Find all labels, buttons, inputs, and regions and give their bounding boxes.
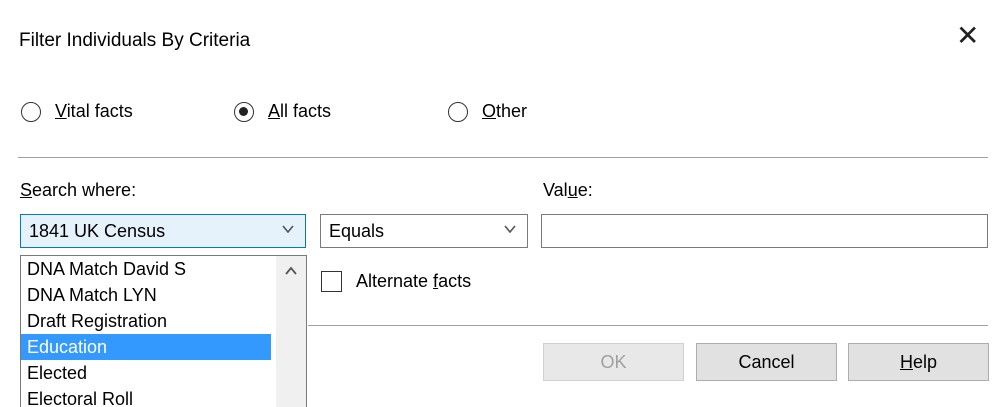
checkbox-label: Alternate facts: [356, 271, 472, 291]
divider-bottom: [308, 325, 988, 326]
radio-label: Other: [482, 101, 528, 121]
dropdown-scrollbar[interactable]: [276, 256, 306, 407]
chevron-down-icon: [281, 222, 295, 236]
radio-circle: [448, 101, 468, 122]
search-where-dropdown-list[interactable]: DNA Match David S DNA Match LYN Draft Re…: [20, 255, 307, 407]
dialog-title: Filter Individuals By Criteria: [19, 30, 251, 51]
radio-label: Vital facts: [55, 101, 133, 121]
radio-circle-checked: [234, 101, 254, 122]
divider-top: [18, 157, 988, 158]
search-where-value: 1841 UK Census: [29, 220, 166, 241]
value-input[interactable]: [541, 214, 988, 248]
help-button[interactable]: Help: [848, 343, 989, 381]
operator-combo[interactable]: Equals: [320, 214, 528, 248]
alternate-facts-checkbox[interactable]: Alternate facts: [321, 271, 471, 292]
radio-circle: [21, 101, 41, 122]
list-item[interactable]: DNA Match LYN: [21, 282, 271, 308]
chevron-up-icon[interactable]: [284, 264, 298, 283]
help-rest: elp: [912, 351, 938, 372]
value-label: Value:: [543, 180, 593, 200]
list-item[interactable]: Elected: [21, 360, 271, 386]
radio-dot: [239, 106, 248, 116]
chevron-down-icon: [503, 222, 517, 236]
search-where-label: Search where:: [20, 180, 137, 200]
checkbox-box: [321, 271, 342, 292]
help-accel: H: [899, 351, 913, 372]
search-where-combo[interactable]: 1841 UK Census: [20, 214, 306, 248]
list-item-selected[interactable]: Education: [21, 334, 271, 360]
operator-value: Equals: [329, 220, 385, 241]
cancel-button[interactable]: Cancel: [696, 343, 837, 381]
close-icon[interactable]: ✕: [956, 22, 979, 50]
radio-vital-facts[interactable]: Vital facts: [21, 101, 133, 122]
list-item[interactable]: Draft Registration: [21, 308, 271, 334]
radio-all-facts[interactable]: All facts: [234, 101, 331, 122]
list-item[interactable]: DNA Match David S: [21, 256, 271, 282]
radio-label: All facts: [268, 101, 332, 121]
radio-other[interactable]: Other: [448, 101, 527, 122]
list-item[interactable]: Electoral Roll: [21, 386, 271, 407]
ok-button[interactable]: OK: [543, 343, 684, 381]
